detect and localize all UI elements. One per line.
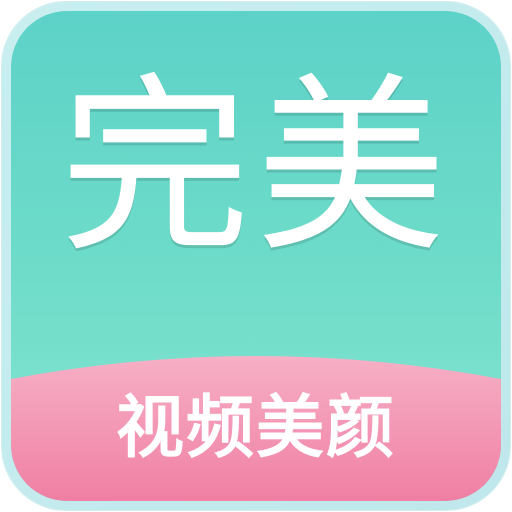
icon-canvas: 完美 视频美颜 xyxy=(0,0,512,512)
app-icon[interactable]: 完美 视频美颜 xyxy=(2,2,510,510)
app-title: 完美 xyxy=(59,57,452,278)
icon-background: 完美 视频美颜 xyxy=(11,11,501,501)
app-subtitle: 视频美颜 xyxy=(115,389,396,468)
